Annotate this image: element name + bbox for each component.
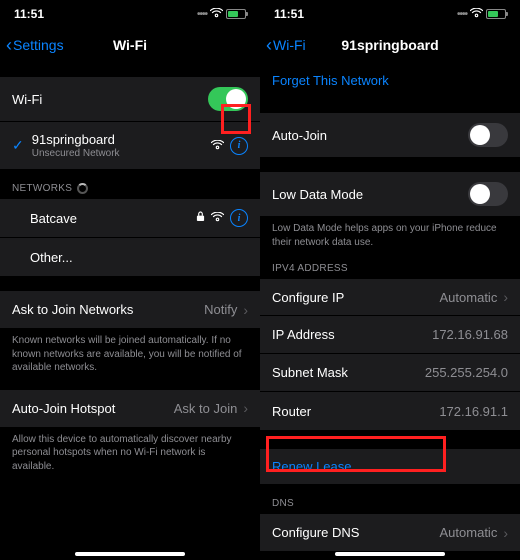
status-time: 11:51	[274, 7, 304, 21]
networks-header: NETWORKS	[0, 169, 260, 198]
network-name: 91springboard	[32, 132, 120, 147]
other-label: Other...	[12, 250, 73, 265]
chevron-right-icon: ›	[503, 525, 508, 541]
wifi-settings-screen: 11:51 •••• ‹ Settings Wi-Fi Wi-Fi	[0, 0, 260, 560]
ip-label: IP Address	[272, 327, 335, 342]
router-label: Router	[272, 404, 311, 419]
info-icon[interactable]: i	[230, 137, 248, 155]
hotspot-label: Auto-Join Hotspot	[12, 401, 115, 416]
ask-to-join-row[interactable]: Ask to Join Networks Notify ›	[0, 290, 260, 328]
low-data-toggle[interactable]	[468, 182, 508, 206]
dns-value: Automatic	[440, 525, 498, 540]
wifi-label: Wi-Fi	[12, 92, 42, 107]
configure-ip-label: Configure IP	[272, 290, 344, 305]
forget-network-button[interactable]: Forget This Network	[260, 62, 520, 98]
nav-bar: ‹ Wi-Fi 91springboard	[260, 28, 520, 62]
subnet-label: Subnet Mask	[272, 365, 348, 380]
chevron-right-icon: ›	[503, 289, 508, 305]
configure-ip-row[interactable]: Configure IP Automatic ›	[260, 278, 520, 316]
home-indicator[interactable]	[75, 552, 185, 556]
network-subtitle: Unsecured Network	[32, 148, 120, 159]
renew-lease-button[interactable]: Renew Lease	[260, 448, 520, 484]
router-value: 172.16.91.1	[439, 404, 508, 419]
hotspot-value: Ask to Join	[174, 401, 238, 416]
spinner-icon	[77, 183, 88, 194]
lowdata-footer: Low Data Mode helps apps on your iPhone …	[260, 216, 520, 249]
lock-icon	[196, 211, 205, 225]
signal-dots-icon: ••••	[197, 9, 207, 20]
ipv4-header: IPV4 ADDRESS	[260, 249, 520, 278]
subnet-mask-row: Subnet Mask 255.255.254.0	[260, 354, 520, 392]
wifi-master-toggle-row[interactable]: Wi-Fi	[0, 76, 260, 122]
status-bar: 11:51 ••••	[0, 0, 260, 28]
status-bar: 11:51 ••••	[260, 0, 520, 28]
info-icon[interactable]: i	[230, 209, 248, 227]
network-name: Batcave	[12, 211, 77, 226]
nav-bar: ‹ Settings Wi-Fi	[0, 28, 260, 62]
back-label: Wi-Fi	[273, 37, 306, 53]
ask-label: Ask to Join Networks	[12, 302, 133, 317]
wifi-signal-icon	[211, 211, 224, 225]
auto-join-row[interactable]: Auto-Join	[260, 112, 520, 157]
lowdata-label: Low Data Mode	[272, 187, 363, 202]
renew-label: Renew Lease	[272, 459, 352, 474]
battery-icon	[226, 9, 246, 19]
subnet-value: 255.255.254.0	[425, 365, 508, 380]
battery-icon	[486, 9, 506, 19]
checkmark-icon: ✓	[12, 137, 24, 154]
wifi-toggle[interactable]	[208, 87, 248, 111]
back-button[interactable]: ‹ Settings	[6, 36, 64, 54]
forget-label: Forget This Network	[272, 73, 389, 88]
back-label: Settings	[13, 37, 64, 53]
dns-header: DNS	[260, 484, 520, 513]
auto-join-toggle[interactable]	[468, 123, 508, 147]
dns-label: Configure DNS	[272, 525, 359, 540]
home-indicator[interactable]	[335, 552, 445, 556]
network-detail-screen: 11:51 •••• ‹ Wi-Fi 91springboard Forget …	[260, 0, 520, 560]
wifi-icon	[210, 7, 223, 21]
signal-dots-icon: ••••	[457, 9, 467, 20]
ask-value: Notify	[204, 302, 237, 317]
autojoin-label: Auto-Join	[272, 128, 327, 143]
network-row-batcave[interactable]: Batcave i	[0, 198, 260, 238]
status-time: 11:51	[14, 7, 44, 21]
chevron-left-icon: ‹	[266, 36, 272, 54]
chevron-right-icon: ›	[243, 302, 248, 318]
auto-join-hotspot-row[interactable]: Auto-Join Hotspot Ask to Join ›	[0, 389, 260, 427]
ip-value: 172.16.91.68	[432, 327, 508, 342]
wifi-signal-icon	[211, 139, 224, 153]
low-data-mode-row[interactable]: Low Data Mode	[260, 171, 520, 216]
chevron-left-icon: ‹	[6, 36, 12, 54]
chevron-right-icon: ›	[243, 400, 248, 416]
router-row: Router 172.16.91.1	[260, 392, 520, 430]
configure-dns-row[interactable]: Configure DNS Automatic ›	[260, 513, 520, 551]
configure-ip-value: Automatic	[440, 290, 498, 305]
ask-footer: Known networks will be joined automatica…	[0, 328, 260, 375]
ip-address-row: IP Address 172.16.91.68	[260, 316, 520, 354]
wifi-icon	[470, 7, 483, 21]
back-button[interactable]: ‹ Wi-Fi	[266, 36, 306, 54]
hotspot-footer: Allow this device to automatically disco…	[0, 427, 260, 474]
connected-network-row[interactable]: ✓ 91springboard Unsecured Network i	[0, 122, 260, 169]
network-row-other[interactable]: Other...	[0, 238, 260, 276]
